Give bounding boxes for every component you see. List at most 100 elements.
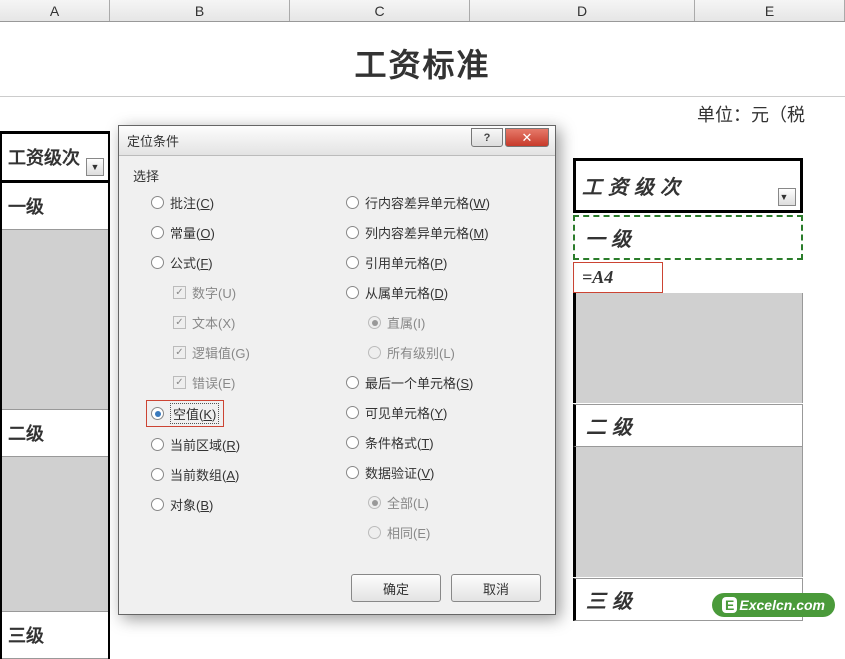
option-label: 数据验证(V) (365, 463, 434, 482)
option-label: 批注(C) (170, 193, 214, 212)
checkbox-icon: ✓ (173, 316, 186, 329)
option-row[interactable]: 公式(F) (151, 253, 346, 272)
col-header-a[interactable]: A (0, 0, 110, 21)
option-label: 可见单元格(Y) (365, 403, 447, 422)
option-label: 行内容差异单元格(W) (365, 193, 490, 212)
option-label: 最后一个单元格(S) (365, 373, 473, 392)
option-row[interactable]: 空值(K) (151, 403, 346, 424)
radio-icon (368, 346, 381, 359)
radio-icon[interactable] (151, 468, 164, 481)
option-label: 文本(X) (192, 313, 235, 332)
option-row: 相同(E) (346, 523, 541, 542)
option-row[interactable]: 数据验证(V) (346, 463, 541, 482)
option-label: 列内容差异单元格(M) (365, 223, 489, 242)
radio-icon[interactable] (346, 436, 359, 449)
option-row: ✓ 数字(U) (151, 283, 346, 302)
selected-range-block[interactable] (573, 293, 803, 403)
option-row[interactable]: 条件格式(T) (346, 433, 541, 452)
checkbox-icon: ✓ (173, 286, 186, 299)
filter-dropdown-icon[interactable]: ▼ (778, 188, 796, 206)
option-row[interactable]: 可见单元格(Y) (346, 403, 541, 422)
options-right-column: 行内容差异单元格(W) 列内容差异单元格(M) 引用单元格(P) 从属单元格(D) 直属… (346, 193, 541, 542)
option-label: 数字(U) (192, 283, 236, 302)
col-header-e[interactable]: E (695, 0, 845, 21)
option-row[interactable]: 常量(O) (151, 223, 346, 242)
option-label: 错误(E) (192, 373, 235, 392)
option-row[interactable]: 批注(C) (151, 193, 346, 212)
options-left-column: 批注(C) 常量(O) 公式(F) ✓ 数字(U) ✓ 文本(X) ✓ 逻辑值(G) ✓错误(E)… (151, 193, 346, 542)
col-header-d[interactable]: D (470, 0, 695, 21)
option-row: ✓ 逻辑值(G) (151, 343, 346, 362)
radio-icon (368, 496, 381, 509)
radio-icon[interactable] (346, 406, 359, 419)
column-headers: A B C D E (0, 0, 845, 22)
selected-range-block[interactable] (2, 230, 108, 410)
option-label: 当前区域(R) (170, 435, 240, 454)
marching-ants-cell[interactable]: 一级 (573, 215, 803, 260)
radio-icon[interactable] (151, 196, 164, 209)
formula-cell[interactable]: =A4 (573, 262, 663, 293)
goto-special-dialog: 定位条件 ? ✕ 选择 批注(C)常量(O)公式(F)✓数字(U)✓文本(X)✓… (118, 125, 556, 615)
level-cell-1[interactable]: 一级 (2, 183, 108, 230)
watermark-text: Excelcn.com (739, 597, 825, 613)
left-header-label: 工资级次 (8, 148, 80, 168)
option-row[interactable]: 对象(B) (151, 495, 346, 514)
radio-icon[interactable] (346, 256, 359, 269)
right-header-cell[interactable]: 工资级次 ▼ (573, 158, 803, 213)
option-row[interactable]: 从属单元格(D) (346, 283, 541, 302)
option-label: 从属单元格(D) (365, 283, 448, 302)
option-label: 相同(E) (387, 523, 430, 542)
radio-icon[interactable] (346, 226, 359, 239)
radio-icon[interactable] (151, 407, 164, 420)
radio-icon[interactable] (346, 286, 359, 299)
option-label: 对象(B) (170, 495, 213, 514)
right-header-label: 工资级次 (582, 177, 686, 199)
left-header-cell[interactable]: 工资级次 ▼ (2, 131, 108, 183)
fieldset-label: 选择 (133, 166, 541, 185)
radio-icon (368, 316, 381, 329)
watermark-badge: E (722, 597, 737, 613)
option-row[interactable]: 最后一个单元格(S) (346, 373, 541, 392)
radio-icon[interactable] (346, 466, 359, 479)
option-row[interactable]: 当前数组(A) (151, 465, 346, 484)
selected-range-block[interactable] (2, 457, 108, 612)
option-row: 直属(I) (346, 313, 541, 332)
left-column: 工资级次 ▼ 一级 二级 三级 (0, 131, 110, 659)
ok-button[interactable]: 确定 (351, 574, 441, 602)
option-row: ✓ 文本(X) (151, 313, 346, 332)
close-button[interactable]: ✕ (505, 128, 549, 147)
option-row: ✓错误(E) (151, 373, 346, 392)
option-row: 全部(L) (346, 493, 541, 512)
col-header-b[interactable]: B (110, 0, 290, 21)
option-row: 所有级别(L) (346, 343, 541, 362)
help-button[interactable]: ? (471, 128, 503, 147)
option-label: 逻辑值(G) (192, 343, 250, 362)
dialog-title: 定位条件 (127, 131, 179, 150)
option-row[interactable]: 当前区域(R) (151, 435, 346, 454)
option-label: 条件格式(T) (365, 433, 434, 452)
level-cell-3[interactable]: 三级 (2, 612, 108, 659)
radio-icon[interactable] (151, 256, 164, 269)
right-column: 工资级次 ▼ 一级 =A4 二级 三级 (573, 158, 803, 621)
option-row[interactable]: 行内容差异单元格(W) (346, 193, 541, 212)
option-label: 公式(F) (170, 253, 213, 272)
cancel-button[interactable]: 取消 (451, 574, 541, 602)
radio-icon[interactable] (151, 438, 164, 451)
right-level-2[interactable]: 二级 (573, 404, 803, 447)
radio-icon[interactable] (151, 498, 164, 511)
option-row[interactable]: 引用单元格(P) (346, 253, 541, 272)
option-row[interactable]: 列内容差异单元格(M) (346, 223, 541, 242)
selected-range-block[interactable] (573, 447, 803, 577)
level-cell-2[interactable]: 二级 (2, 410, 108, 457)
sheet-title: 工资标准 (0, 22, 845, 97)
dialog-titlebar[interactable]: 定位条件 ? ✕ (119, 126, 555, 156)
highlighted-option[interactable]: 空值(K) (146, 400, 224, 427)
filter-dropdown-icon[interactable]: ▼ (86, 158, 104, 176)
option-label: 空值(K) (173, 407, 216, 422)
col-header-c[interactable]: C (290, 0, 470, 21)
radio-icon[interactable] (151, 226, 164, 239)
radio-icon[interactable] (346, 196, 359, 209)
radio-icon[interactable] (346, 376, 359, 389)
watermark: EExcelcn.com (712, 593, 835, 617)
checkbox-icon: ✓ (173, 346, 186, 359)
